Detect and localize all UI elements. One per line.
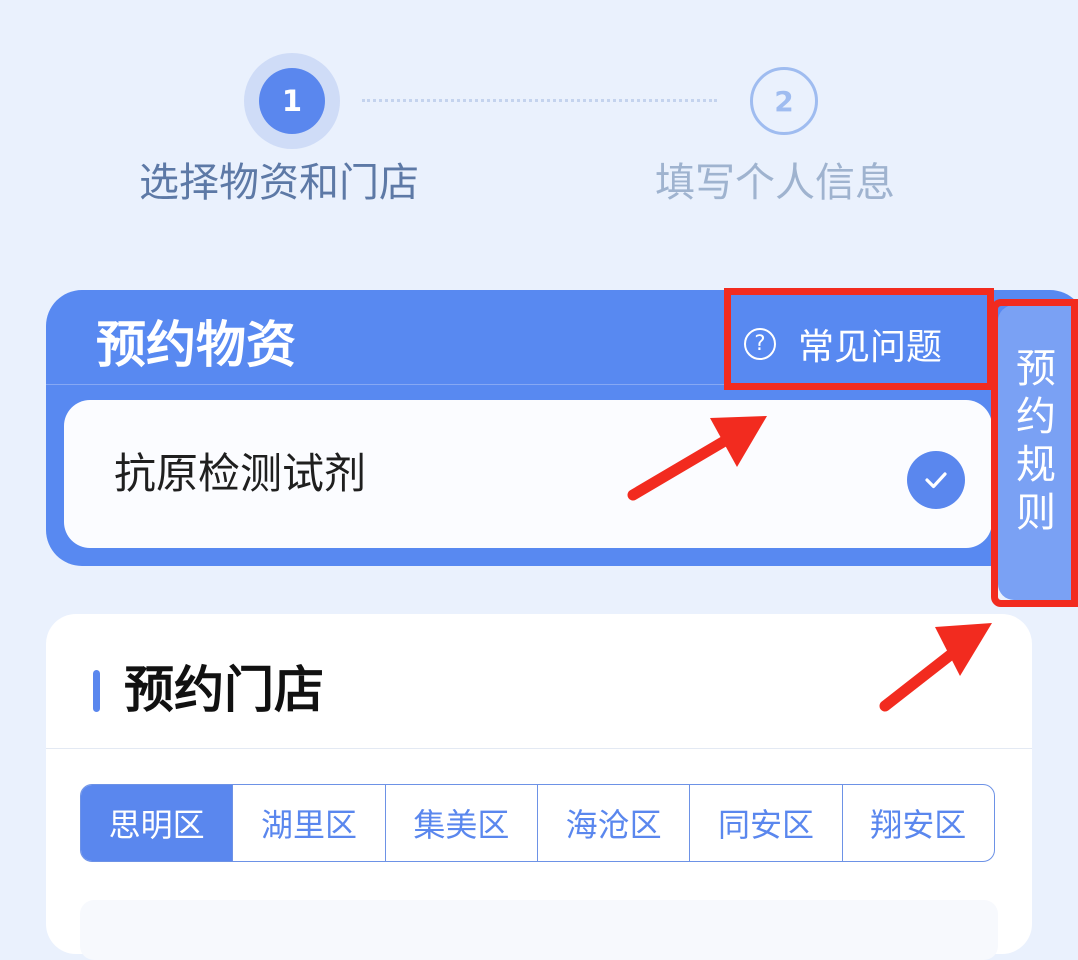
annotation-arrows [627,416,992,712]
red-arrow-icon [627,416,767,501]
red-arrow-icon [879,623,992,712]
